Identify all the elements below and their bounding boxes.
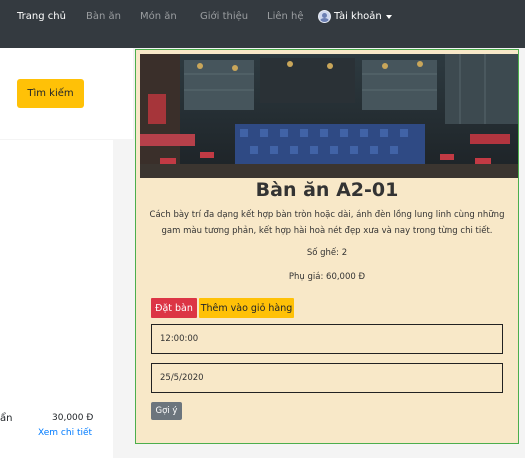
- date-input[interactable]: 25/5/2020: [151, 363, 503, 393]
- surcharge: Phụ giá: 60,000 Đ: [288, 272, 366, 282]
- list-item-price: 30,000 Đ: [52, 413, 94, 423]
- nav-item-home[interactable]: Trang chủ: [17, 11, 66, 22]
- time-input[interactable]: 12:00:00: [151, 324, 503, 354]
- table-list-panel: [0, 140, 113, 458]
- suggest-button[interactable]: Gợi ý: [151, 402, 182, 420]
- table-description: Cách bày trí đa dạng kết hợp bàn tròn ho…: [149, 210, 505, 236]
- book-table-button[interactable]: Đặt bàn: [151, 298, 197, 318]
- account-dropdown[interactable]: Tài khoản: [318, 10, 392, 23]
- list-item-name: ẩn: [0, 413, 13, 424]
- restaurant-photo: [140, 54, 518, 178]
- nav-item-contact[interactable]: Liên hệ: [267, 11, 304, 22]
- seat-count: Số ghế: 2: [306, 248, 348, 258]
- nav-item-tables[interactable]: Bàn ăn: [86, 11, 121, 22]
- table-detail-card: Bàn ăn A2-01 Cách bày trí đa dạng kết hợ…: [135, 49, 519, 444]
- nav-item-dishes[interactable]: Món ăn: [140, 11, 177, 22]
- add-to-cart-button[interactable]: Thêm vào giỏ hàng: [199, 298, 294, 318]
- account-label: Tài khoản: [334, 11, 382, 22]
- top-navbar: Trang chủ Bàn ăn Món ăn Giới thiệu Liên …: [0, 0, 525, 48]
- table-title: Bàn ăn A2-01: [255, 179, 399, 201]
- user-avatar-icon: [318, 10, 331, 23]
- caret-down-icon: [385, 14, 392, 19]
- view-detail-link[interactable]: Xem chi tiết: [38, 428, 92, 438]
- search-button[interactable]: Tìm kiếm: [17, 79, 84, 108]
- nav-item-about[interactable]: Giới thiệu: [200, 11, 248, 22]
